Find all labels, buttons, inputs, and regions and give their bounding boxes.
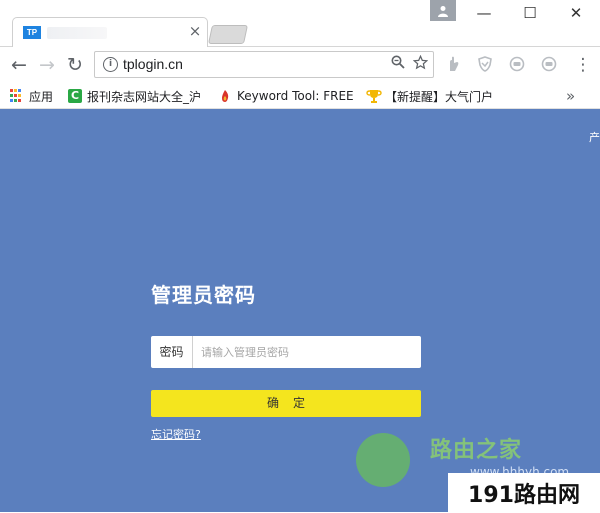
bookmark-label: 【新提醒】大气门户 — [385, 89, 494, 104]
trophy-icon — [366, 89, 382, 103]
extension-hand-icon[interactable] — [444, 56, 462, 74]
watermark-logo-icon — [356, 433, 410, 487]
corner-text[interactable]: 产 — [589, 129, 600, 145]
bookmark-apps[interactable]: 应用 — [10, 87, 53, 105]
extension-circle-2-icon[interactable] — [540, 56, 558, 74]
minimize-button[interactable]: — — [464, 2, 504, 24]
bookmark-label: Keyword Tool: FREE — [237, 89, 354, 103]
password-field: 密码 — [151, 336, 421, 368]
router-login-page: 产 管理员密码 密码 确定 忘记密码? 路由之家 www.hhhyh.com 1… — [0, 109, 600, 513]
bookmarks-overflow-icon[interactable]: » — [566, 87, 575, 105]
back-button[interactable]: ← — [8, 54, 30, 76]
browser-toolbar: ← → ↻ i tplogin.cn ⋮ — [0, 47, 600, 84]
extension-circle-icon[interactable] — [508, 56, 526, 74]
bookmark-magazine-sites[interactable]: C 报刊杂志网站大全_沪 — [68, 87, 206, 105]
watermark-site-name: 路由之家 — [430, 438, 523, 463]
browser-menu-icon[interactable]: ⋮ — [572, 54, 594, 76]
forward-button[interactable]: → — [36, 54, 58, 76]
password-input[interactable] — [193, 336, 419, 368]
address-bar[interactable]: i tplogin.cn — [94, 51, 434, 78]
profile-button[interactable] — [430, 0, 456, 21]
bookmark-new-reminder[interactable]: 【新提醒】大气门户 — [366, 87, 502, 105]
new-tab-button[interactable] — [207, 25, 249, 44]
bookmark-star-icon[interactable] — [411, 54, 429, 73]
flame-icon — [218, 89, 232, 103]
person-icon — [438, 5, 448, 17]
site-info-icon[interactable]: i — [103, 57, 118, 72]
tab-close-icon[interactable]: × — [187, 23, 203, 39]
bookmarks-bar: 应用 C 报刊杂志网站大全_沪 Keyword Tool: FREE 【新提醒】… — [0, 84, 600, 109]
tp-link-favicon-icon: TP — [23, 26, 41, 39]
green-c-icon: C — [68, 89, 82, 103]
extension-shield-icon[interactable] — [476, 56, 494, 74]
maximize-button[interactable]: ☐ — [510, 2, 550, 24]
zoom-icon[interactable] — [389, 55, 407, 73]
tab-title — [47, 27, 107, 39]
forgot-password-link[interactable]: 忘记密码? — [151, 426, 201, 442]
close-window-button[interactable]: ✕ — [556, 2, 596, 24]
login-title: 管理员密码 — [151, 283, 256, 307]
password-label: 密码 — [151, 336, 193, 368]
bookmark-label: 应用 — [29, 89, 54, 104]
bookmark-keyword-tool[interactable]: Keyword Tool: FREE — [218, 87, 354, 105]
reload-button[interactable]: ↻ — [64, 54, 86, 76]
browser-tab[interactable]: TP × — [12, 17, 208, 47]
apps-grid-icon — [10, 89, 24, 103]
confirm-button[interactable]: 确定 — [151, 390, 421, 417]
bookmark-label: 报刊杂志网站大全_沪 — [87, 89, 202, 104]
watermark-badge: 191路由网 — [448, 473, 600, 513]
browser-tab-strip: TP × — ☐ ✕ — [0, 0, 600, 47]
url-text[interactable]: tplogin.cn — [123, 56, 183, 72]
